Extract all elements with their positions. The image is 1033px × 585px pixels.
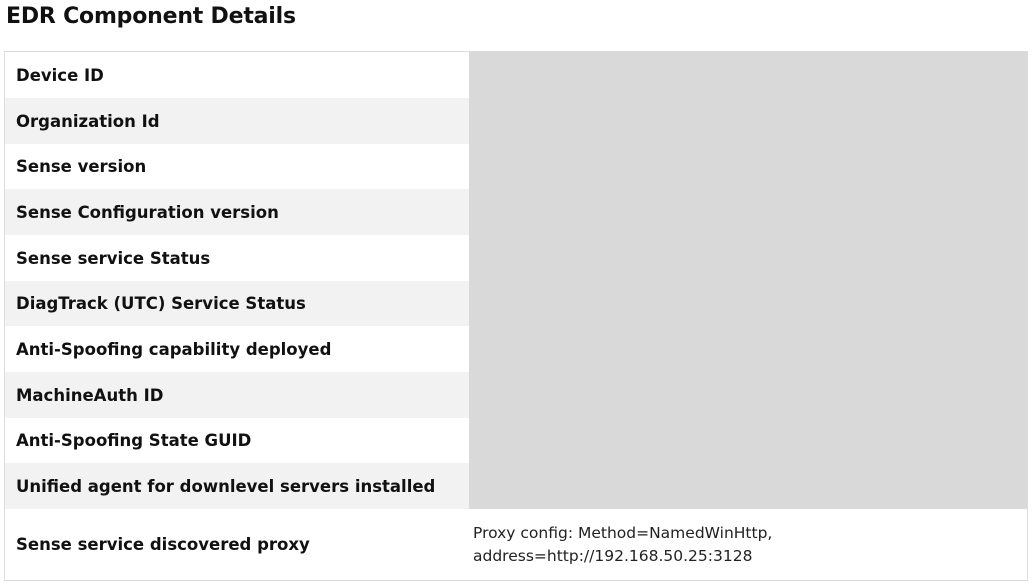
redacted-values-block [469, 52, 1027, 509]
row-label: Organization Id [5, 98, 469, 144]
row-label: Unified agent for downlevel servers inst… [5, 463, 469, 509]
row-label: DiagTrack (UTC) Service Status [5, 281, 469, 326]
row-label: Device ID [5, 52, 469, 98]
row-label: MachineAuth ID [5, 372, 469, 418]
details-table: Device ID Organization Id Sense version … [4, 51, 1028, 581]
proxy-value-line2: address=http://192.168.50.25:3128 [473, 546, 753, 565]
proxy-value-line1: Proxy config: Method=NamedWinHttp, [473, 523, 773, 542]
row-label: Anti-Spoofing capability deployed [5, 326, 469, 372]
row-label: Sense Configuration version [5, 189, 469, 235]
table-row-discovered-proxy: Sense service discovered proxy Proxy con… [5, 509, 1027, 580]
row-label: Anti-Spoofing State GUID [5, 418, 469, 463]
row-label: Sense service Status [5, 235, 469, 281]
row-label: Sense version [5, 144, 469, 189]
page-title: EDR Component Details [6, 4, 296, 29]
proxy-value: Proxy config: Method=NamedWinHttp, addre… [469, 509, 1027, 580]
row-label: Sense service discovered proxy [5, 509, 469, 580]
